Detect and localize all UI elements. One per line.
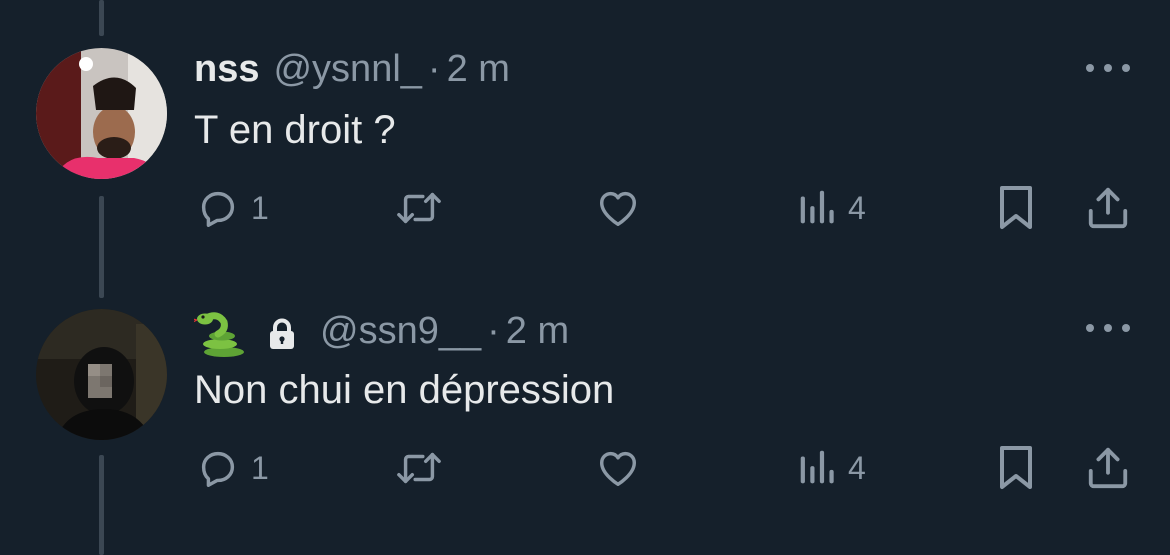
tweet-header: nss @ysnnl_ · 2 m [194, 48, 510, 91]
timestamp[interactable]: 2 m [506, 310, 569, 353]
views-count: 4 [848, 449, 866, 486]
display-name[interactable]: nss [194, 48, 259, 91]
reply-button[interactable]: 1 [195, 183, 269, 233]
avatar[interactable] [36, 48, 167, 179]
more-options-button[interactable] [1086, 321, 1130, 335]
user-handle[interactable]: @ysnnl_ [273, 48, 421, 91]
tweet-header: @ssn9__ · 2 m [194, 310, 569, 358]
tweet-actions: 1 4 [0, 183, 1170, 233]
views-count: 4 [848, 189, 866, 226]
reply-icon [201, 451, 235, 487]
avatar[interactable] [36, 309, 167, 440]
retweet-icon [397, 192, 441, 224]
tweet-text: T en droit ? [194, 108, 396, 152]
user-handle[interactable]: @ssn9__ [320, 310, 481, 353]
share-icon [1088, 447, 1128, 489]
reply-count: 1 [251, 449, 269, 486]
share-button[interactable] [1085, 443, 1131, 493]
more-icon [1086, 324, 1094, 332]
reply-button[interactable]: 1 [195, 443, 269, 493]
bookmark-button[interactable] [996, 183, 1036, 233]
separator-dot: · [487, 310, 500, 352]
tweet-actions: 1 4 [0, 443, 1170, 493]
tweet-text: Non chui en dépression [194, 368, 615, 412]
like-button[interactable] [594, 443, 642, 493]
tweet-2[interactable]: @ssn9__ · 2 m Non chui en dépression 1 4 [0, 298, 1170, 555]
reply-count: 1 [251, 189, 269, 226]
more-options-button[interactable] [1086, 61, 1130, 75]
retweet-icon [397, 452, 441, 484]
views-button[interactable]: 4 [796, 183, 866, 233]
separator-dot: · [427, 48, 441, 90]
retweet-button[interactable] [393, 183, 445, 233]
retweet-button[interactable] [393, 443, 445, 493]
heart-icon [599, 191, 637, 227]
more-icon [1086, 64, 1094, 72]
tweet-1[interactable]: nss @ysnnl_ · 2 m T en droit ? 1 4 [0, 0, 1170, 250]
views-icon [800, 190, 834, 224]
reply-icon [201, 191, 235, 227]
heart-icon [599, 451, 637, 487]
lock-icon [268, 318, 296, 350]
share-button[interactable] [1085, 183, 1131, 233]
timestamp[interactable]: 2 m [447, 48, 510, 91]
bookmark-icon [1000, 186, 1032, 229]
bookmark-icon [1000, 446, 1032, 489]
share-icon [1088, 187, 1128, 229]
views-icon [800, 450, 834, 484]
snake-emoji[interactable] [194, 310, 246, 358]
bookmark-button[interactable] [996, 443, 1036, 493]
views-button[interactable]: 4 [796, 443, 866, 493]
like-button[interactable] [594, 183, 642, 233]
